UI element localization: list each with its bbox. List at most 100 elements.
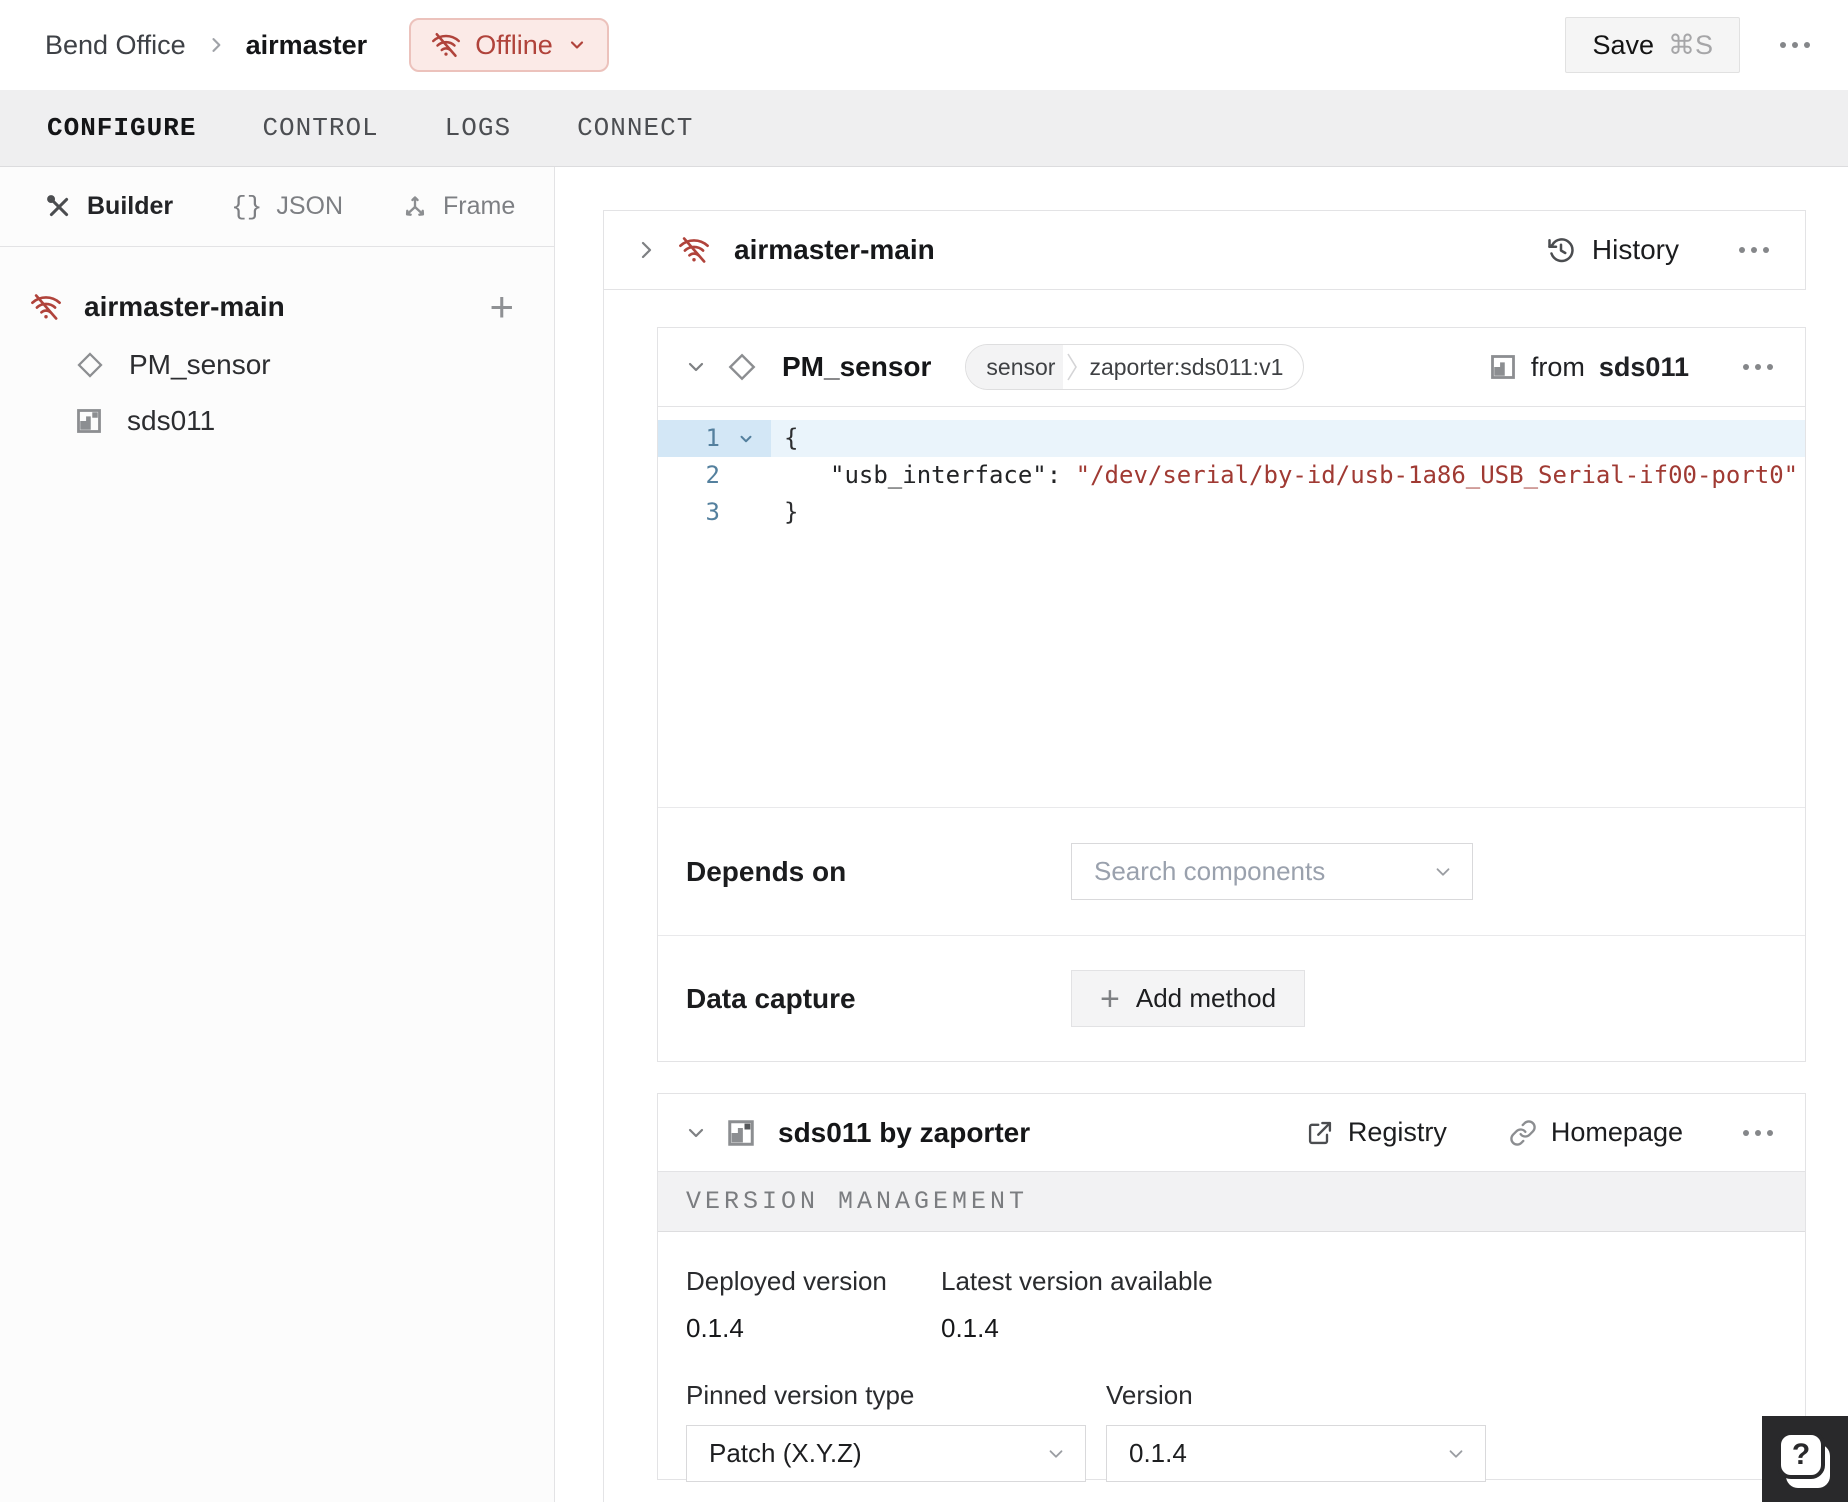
component-type-badge: sensor zaporter:sds011:v1 [965, 344, 1305, 390]
save-button[interactable]: Save ⌘S [1565, 17, 1740, 73]
chevron-down-icon [1045, 1443, 1067, 1465]
question-mark-icon: ? [1777, 1431, 1825, 1479]
add-method-button[interactable]: + Add method [1071, 970, 1306, 1027]
add-method-label: Add method [1135, 983, 1277, 1013]
version-select[interactable]: 0.1.4 [1106, 1425, 1486, 1482]
view-mode-switcher: Builder {} JSON Frame [0, 167, 554, 247]
registry-link[interactable]: Registry [1306, 1117, 1447, 1148]
status-label: Offline [475, 29, 553, 60]
save-shortcut: ⌘S [1667, 29, 1713, 60]
link-icon [1509, 1119, 1537, 1147]
component-card-pm-sensor: PM_sensor sensor zaporter:sds011:v1 from… [657, 327, 1806, 1062]
breadcrumb-machine-name: airmaster [245, 29, 368, 60]
badge-divider-chevron-icon [1063, 350, 1081, 384]
from-module-link[interactable]: from sds011 [1489, 352, 1689, 383]
registry-label: Registry [1347, 1117, 1447, 1147]
mode-builder-label: Builder [87, 192, 174, 220]
chevron-down-icon [1432, 861, 1454, 883]
machine-part-title: airmaster-main [734, 234, 935, 265]
badge-model: zaporter:sds011:v1 [1089, 353, 1284, 380]
mode-frame[interactable]: Frame [401, 192, 515, 221]
json-key: "usb_interface" [830, 461, 1047, 489]
component-card-header: PM_sensor sensor zaporter:sds011:v1 from… [658, 328, 1805, 407]
nesting-connector-line [603, 290, 604, 1502]
fold-chevron-icon[interactable] [720, 420, 771, 457]
deployed-version-value: 0.1.4 [686, 1313, 744, 1343]
module-icon [75, 407, 103, 435]
tree-item-label: sds011 [127, 405, 216, 436]
line-number: 1 [705, 424, 720, 452]
from-target: sds011 [1598, 351, 1689, 382]
help-button[interactable]: ? [1762, 1416, 1848, 1502]
tab-configure[interactable]: CONFIGURE [47, 113, 196, 143]
breadcrumb-location[interactable]: Bend Office [45, 30, 186, 61]
frame-axes-icon [401, 193, 429, 221]
data-capture-label: Data capture [686, 982, 856, 1014]
chevron-down-icon [1445, 1443, 1467, 1465]
depends-on-label: Depends on [686, 855, 847, 887]
module-title: sds011 by zaporter [778, 1116, 1031, 1148]
latest-version-value: 0.1.4 [941, 1313, 999, 1343]
homepage-label: Homepage [1550, 1117, 1683, 1147]
config-sidebar: Builder {} JSON Frame airmaster-main + P… [0, 167, 555, 1502]
mode-json-label: JSON [276, 192, 344, 220]
header-overflow-menu[interactable] [1774, 36, 1816, 54]
mode-builder[interactable]: Builder [45, 192, 173, 221]
tools-icon [45, 193, 73, 221]
tab-control[interactable]: CONTROL [262, 113, 378, 143]
wifi-off-icon [30, 291, 62, 323]
chevron-right-icon[interactable] [634, 238, 658, 262]
data-capture-row: Data capture + Add method [658, 935, 1805, 1061]
badge-type: sensor [966, 345, 1064, 389]
tree-item-label: PM_sensor [129, 349, 271, 380]
version-label: Version [1106, 1380, 1193, 1410]
history-label: History [1591, 234, 1679, 265]
component-diamond-icon [726, 351, 758, 383]
breadcrumb-chevron-icon [206, 35, 226, 55]
machine-part-card: airmaster-main History [603, 210, 1806, 290]
wifi-off-icon [431, 30, 461, 60]
wifi-off-icon [678, 234, 710, 266]
homepage-link[interactable]: Homepage [1509, 1117, 1683, 1148]
version-management-section-title: VERSION MANAGEMENT [658, 1172, 1805, 1232]
tree-item-sds011[interactable]: sds011 [0, 393, 554, 449]
tab-logs[interactable]: LOGS [445, 113, 511, 143]
json-string-value: "/dev/serial/by-id/usb-1a86_USB_Serial-i… [1075, 461, 1799, 489]
latest-version-label: Latest version available [941, 1266, 1213, 1296]
pinned-version-type-select[interactable]: Patch (X.Y.Z) [686, 1425, 1086, 1482]
line-number: 2 [705, 461, 720, 489]
module-icon [1489, 353, 1517, 381]
version-value: 0.1.4 [1129, 1438, 1187, 1468]
chevron-down-icon [567, 35, 587, 55]
add-component-button[interactable]: + [489, 286, 514, 328]
component-tree: airmaster-main + PM_sensor sds011 [0, 247, 554, 449]
code-line-3: 3 } [658, 494, 1805, 531]
module-icon [726, 1118, 756, 1148]
save-label: Save [1592, 29, 1654, 60]
machine-card-menu[interactable] [1733, 241, 1775, 259]
pinned-version-type-value: Patch (X.Y.Z) [709, 1438, 862, 1468]
tree-item-pm-sensor[interactable]: PM_sensor [0, 337, 554, 393]
code-text: } [784, 498, 799, 526]
depends-on-select[interactable]: Search components [1071, 843, 1473, 900]
plus-icon: + [1100, 979, 1120, 1018]
chevron-down-icon[interactable] [684, 1121, 708, 1145]
attributes-json-editor[interactable]: 1 { 2 "usb_interface": "/dev/serial/by-i… [658, 407, 1805, 807]
braces-icon: {} [231, 191, 263, 222]
external-link-icon [1306, 1119, 1334, 1147]
component-title: PM_sensor [782, 351, 932, 382]
history-icon [1546, 235, 1576, 265]
depends-on-row: Depends on Search components [658, 807, 1805, 935]
machine-status-dropdown[interactable]: Offline [409, 18, 609, 72]
mode-json[interactable]: {} JSON [231, 192, 343, 222]
line-number: 3 [705, 498, 720, 526]
component-card-menu[interactable] [1737, 358, 1779, 376]
chevron-down-icon[interactable] [684, 355, 708, 379]
tab-connect[interactable]: CONNECT [577, 113, 693, 143]
from-prefix: from [1530, 351, 1585, 382]
history-button[interactable]: History [1546, 234, 1679, 266]
pinned-version-type-label: Pinned version type [686, 1380, 915, 1410]
tree-root-machine[interactable]: airmaster-main + [0, 277, 554, 337]
module-card-menu[interactable] [1737, 1124, 1779, 1142]
main-tab-bar: CONFIGURE CONTROL LOGS CONNECT [0, 90, 1848, 167]
